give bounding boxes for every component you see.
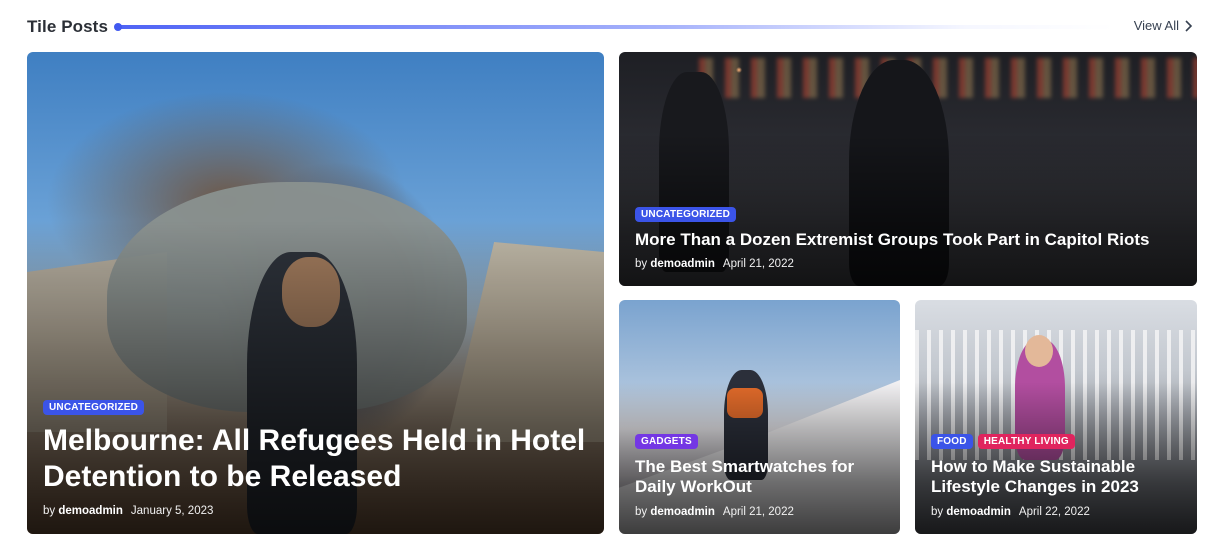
section-title: Tile Posts: [27, 17, 108, 36]
post-content: UNCATEGORIZED Melbourne: All Refugees He…: [43, 400, 588, 517]
by-label: by: [635, 258, 648, 270]
post-meta: by demoadmin April 22, 2022: [931, 506, 1181, 518]
tag-healthy-living[interactable]: HEALTHY LIVING: [977, 433, 1075, 449]
section-header: Tile Posts View All: [27, 14, 1197, 40]
post-author[interactable]: demoadmin: [946, 506, 1011, 518]
post-card[interactable]: UNCATEGORIZED More Than a Dozen Extremis…: [619, 52, 1197, 286]
post-author[interactable]: demoadmin: [650, 506, 715, 518]
post-meta: by demoadmin January 5, 2023: [43, 505, 588, 517]
post-card[interactable]: FOOD HEALTHY LIVING How to Make Sustaina…: [915, 300, 1197, 534]
post-meta: by demoadmin April 21, 2022: [635, 506, 884, 518]
by-label: by: [931, 506, 944, 518]
post-date: January 5, 2023: [130, 505, 214, 517]
post-date: April 21, 2022: [722, 258, 794, 270]
title-underline: [115, 25, 1115, 29]
tag-uncategorized[interactable]: UNCATEGORIZED: [43, 400, 145, 415]
post-title[interactable]: How to Make Sustainable Lifestyle Change…: [931, 457, 1181, 498]
post-tags: GADGETS: [635, 433, 884, 449]
view-all-label: View All: [1133, 18, 1179, 33]
post-tags: UNCATEGORIZED: [635, 206, 1181, 222]
tag-gadgets[interactable]: GADGETS: [635, 433, 698, 449]
post-card[interactable]: GADGETS The Best Smartwatches for Daily …: [619, 300, 900, 534]
post-tags: UNCATEGORIZED: [43, 400, 588, 415]
by-label: by: [635, 506, 648, 518]
view-all-link[interactable]: View All: [1134, 18, 1193, 33]
post-date: April 22, 2022: [1018, 506, 1090, 518]
post-author[interactable]: demoadmin: [650, 258, 715, 270]
post-content: UNCATEGORIZED More Than a Dozen Extremis…: [635, 206, 1181, 270]
post-tags: FOOD HEALTHY LIVING: [931, 433, 1181, 449]
title-dot: [114, 23, 122, 31]
post-meta: by demoadmin April 21, 2022: [635, 258, 1181, 270]
post-date: April 21, 2022: [722, 506, 794, 518]
tag-food[interactable]: FOOD: [931, 433, 973, 449]
post-card-featured[interactable]: UNCATEGORIZED Melbourne: All Refugees He…: [27, 52, 604, 534]
post-title[interactable]: Melbourne: All Refugees Held in Hotel De…: [43, 423, 603, 495]
tag-uncategorized[interactable]: UNCATEGORIZED: [635, 206, 737, 222]
post-title[interactable]: The Best Smartwatches for Daily WorkOut: [635, 457, 884, 498]
post-content: GADGETS The Best Smartwatches for Daily …: [635, 433, 884, 518]
by-label: by: [43, 505, 56, 517]
post-content: FOOD HEALTHY LIVING How to Make Sustaina…: [931, 433, 1181, 518]
post-author[interactable]: demoadmin: [58, 505, 123, 517]
post-title[interactable]: More Than a Dozen Extremist Groups Took …: [635, 230, 1181, 250]
chevron-right-icon: [1185, 19, 1193, 32]
